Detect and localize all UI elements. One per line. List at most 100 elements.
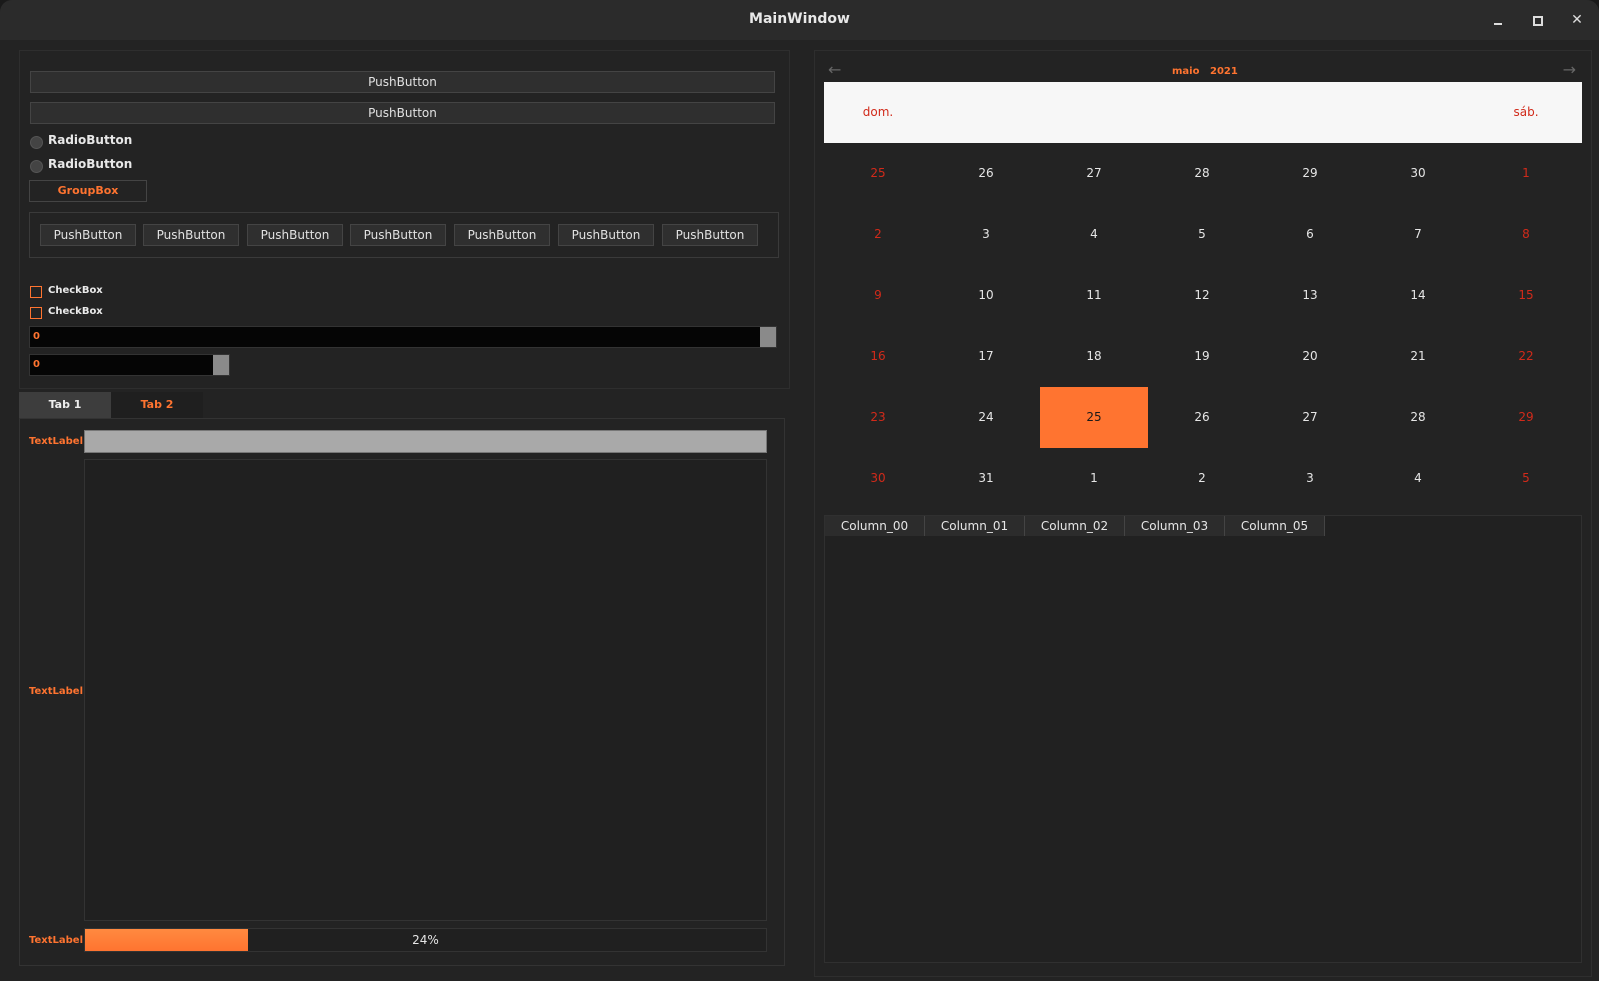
calendar-day[interactable]: 25: [1040, 387, 1148, 448]
calendar-day[interactable]: 29: [1472, 387, 1580, 448]
calendar-day[interactable]: 25: [824, 143, 932, 204]
radio-indicator: [30, 136, 43, 149]
table-view[interactable]: Column_00 Column_01 Column_02 Column_03 Colu…: [824, 515, 1582, 963]
calendar-month[interactable]: maio: [1172, 66, 1199, 77]
weekday-header: sáb.: [1513, 105, 1539, 119]
calendar-day[interactable]: 4: [1040, 204, 1148, 265]
calendar-day[interactable]: 1: [1472, 143, 1580, 204]
calendar-day[interactable]: 10: [932, 265, 1040, 326]
progress-bar: 24%: [84, 928, 767, 952]
next-month-icon[interactable]: →: [1563, 60, 1576, 79]
horizontal-slider[interactable]: 0: [29, 326, 777, 348]
calendar-day[interactable]: 19: [1148, 326, 1256, 387]
calendar-day[interactable]: 5: [1472, 448, 1580, 509]
calendar-navigation: ← maio 2021 →: [824, 56, 1580, 84]
weekday-header: dom.: [862, 105, 894, 119]
radio-label: RadioButton: [48, 133, 133, 147]
groupbox-push-button-5[interactable]: PushButton: [454, 224, 550, 246]
calendar-year[interactable]: 2021: [1210, 66, 1238, 77]
spin-handle[interactable]: [213, 355, 229, 375]
checkbox-label: CheckBox: [48, 306, 103, 317]
calendar-day[interactable]: 30: [824, 448, 932, 509]
calendar-day[interactable]: 4: [1364, 448, 1472, 509]
groupbox-push-button-2[interactable]: PushButton: [143, 224, 239, 246]
calendar-grid: 25 26 27 28 29 30 1 2 3 4 5 6 7 8 9 10 11 12 13 14 15 16 17 18 1…: [824, 143, 1582, 509]
slider-value: 0: [33, 331, 40, 342]
line-edit[interactable]: [84, 430, 767, 453]
table-column-header[interactable]: Column_01: [925, 516, 1025, 536]
radio-label: RadioButton: [48, 157, 133, 171]
calendar-day[interactable]: 20: [1256, 326, 1364, 387]
minimize-icon[interactable]: [1488, 10, 1508, 30]
calendar-day[interactable]: 5: [1148, 204, 1256, 265]
calendar-day[interactable]: 13: [1256, 265, 1364, 326]
close-icon[interactable]: ✕: [1567, 10, 1587, 30]
calendar-day[interactable]: 27: [1256, 387, 1364, 448]
calendar-weekday-header: dom. seg. ter. qua. qui. sex. sáb.: [824, 82, 1582, 143]
checkbox-indicator: [30, 307, 42, 319]
text-edit-area[interactable]: [84, 459, 767, 921]
calendar-day[interactable]: 28: [1364, 387, 1472, 448]
calendar-day[interactable]: 27: [1040, 143, 1148, 204]
checkbox-indicator: [30, 286, 42, 298]
calendar-day[interactable]: 28: [1148, 143, 1256, 204]
calendar-day[interactable]: 9: [824, 265, 932, 326]
text-label-2: TextLabel: [29, 686, 83, 697]
calendar-day[interactable]: 17: [932, 326, 1040, 387]
calendar-day[interactable]: 8: [1472, 204, 1580, 265]
maximize-icon[interactable]: [1527, 10, 1547, 30]
groupbox-push-button-1[interactable]: PushButton: [40, 224, 136, 246]
calendar-day[interactable]: 31: [932, 448, 1040, 509]
calendar-day[interactable]: 21: [1364, 326, 1472, 387]
calendar-day[interactable]: 16: [824, 326, 932, 387]
calendar-day[interactable]: 14: [1364, 265, 1472, 326]
push-button-1[interactable]: PushButton: [30, 71, 775, 93]
calendar-day[interactable]: 18: [1040, 326, 1148, 387]
radio-indicator: [30, 160, 43, 173]
groupbox-push-button-6[interactable]: PushButton: [558, 224, 654, 246]
spin-value: 0: [33, 359, 40, 370]
title-bar: MainWindow ✕: [0, 0, 1599, 40]
calendar-day[interactable]: 6: [1256, 204, 1364, 265]
weekday-header: qui.: [1298, 105, 1322, 119]
text-label-1: TextLabel: [29, 436, 83, 447]
calendar-day[interactable]: 22: [1472, 326, 1580, 387]
push-button-2[interactable]: PushButton: [30, 102, 775, 124]
calendar-day[interactable]: 24: [932, 387, 1040, 448]
table-column-header[interactable]: Column_05: [1225, 516, 1325, 536]
calendar-day[interactable]: 2: [1148, 448, 1256, 509]
groupbox-push-button-7[interactable]: PushButton: [662, 224, 758, 246]
weekday-header: qua.: [1188, 105, 1216, 119]
checkbox-label: CheckBox: [48, 285, 103, 296]
weekday-header: ter.: [1084, 105, 1104, 119]
calendar-day[interactable]: 29: [1256, 143, 1364, 204]
calendar-day[interactable]: 7: [1364, 204, 1472, 265]
weekday-header: sex.: [1405, 105, 1431, 119]
table-column-header[interactable]: Column_02: [1025, 516, 1125, 536]
groupbox-title: GroupBox: [29, 180, 147, 202]
groupbox-push-button-4[interactable]: PushButton: [350, 224, 446, 246]
table-column-header[interactable]: Column_03: [1125, 516, 1225, 536]
calendar-day[interactable]: 23: [824, 387, 932, 448]
calendar-day[interactable]: 11: [1040, 265, 1148, 326]
groupbox-push-button-3[interactable]: PushButton: [247, 224, 343, 246]
slider-handle[interactable]: [760, 327, 776, 347]
calendar-day[interactable]: 15: [1472, 265, 1580, 326]
window-title: MainWindow: [749, 11, 850, 27]
prev-month-icon[interactable]: ←: [828, 60, 841, 79]
text-label-3: TextLabel: [29, 935, 83, 946]
calendar-day[interactable]: 3: [1256, 448, 1364, 509]
calendar-day[interactable]: 2: [824, 204, 932, 265]
progress-text: 24%: [412, 933, 439, 947]
calendar-day[interactable]: 30: [1364, 143, 1472, 204]
table-column-header[interactable]: Column_00: [825, 516, 925, 536]
calendar-day[interactable]: 3: [932, 204, 1040, 265]
tab-2[interactable]: Tab 2: [111, 392, 203, 418]
calendar-day[interactable]: 26: [1148, 387, 1256, 448]
calendar-day[interactable]: 1: [1040, 448, 1148, 509]
calendar-day[interactable]: 12: [1148, 265, 1256, 326]
spin-slider[interactable]: 0: [29, 354, 230, 376]
tab-1[interactable]: Tab 1: [19, 392, 111, 418]
main-window: MainWindow ✕ PushButton PushButton Radio…: [0, 0, 1599, 981]
calendar-day[interactable]: 26: [932, 143, 1040, 204]
